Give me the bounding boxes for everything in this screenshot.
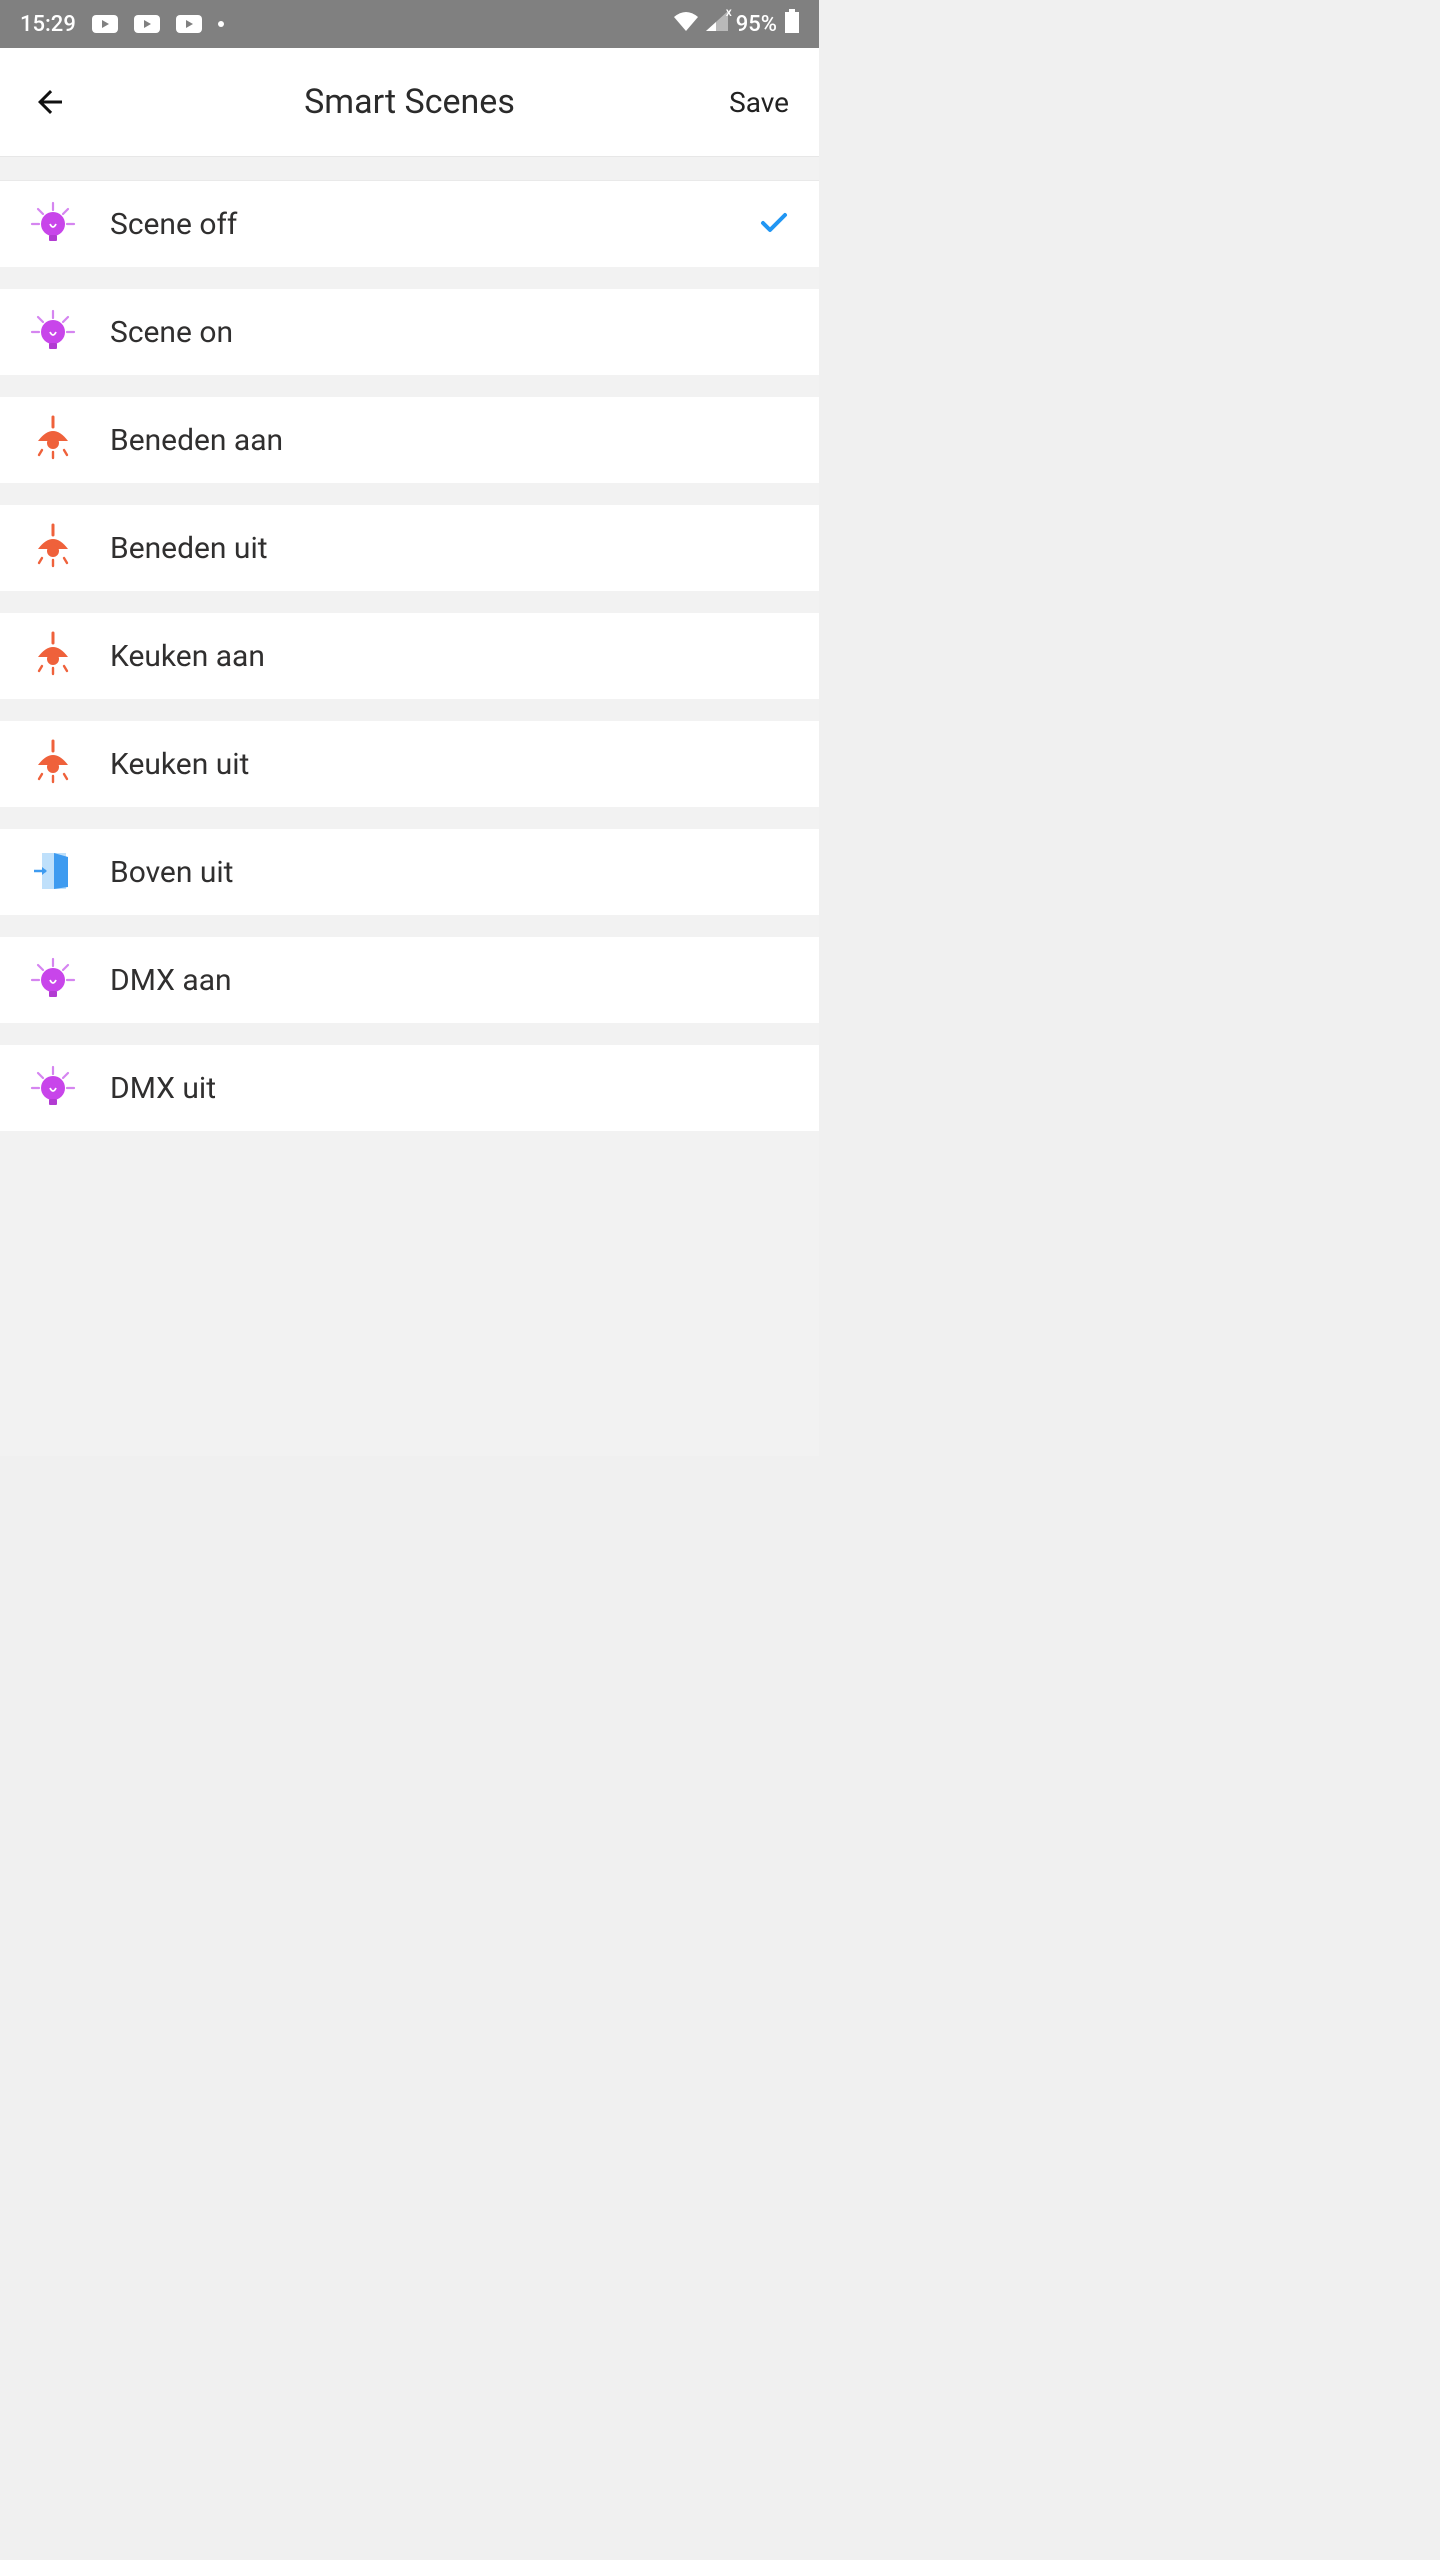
youtube-icon bbox=[134, 15, 160, 33]
battery-percent: 95% bbox=[736, 12, 777, 37]
door-blue-icon bbox=[28, 847, 78, 897]
bulb-purple-icon bbox=[28, 307, 78, 357]
lamp-orange-icon bbox=[28, 415, 78, 465]
scene-label: Boven uit bbox=[110, 855, 234, 890]
page-title: Smart Scenes bbox=[304, 82, 515, 122]
youtube-icon bbox=[176, 15, 202, 33]
arrow-left-icon bbox=[32, 84, 68, 120]
scene-label: DMX uit bbox=[110, 1071, 216, 1106]
lamp-orange-icon bbox=[28, 523, 78, 573]
back-button[interactable] bbox=[30, 82, 70, 122]
scene-list: Scene off Scene on Beneden aan Beneden uit K… bbox=[0, 181, 819, 1131]
scene-label: Beneden aan bbox=[110, 423, 283, 458]
save-button[interactable]: Save bbox=[729, 86, 789, 119]
lamp-orange-icon bbox=[28, 631, 78, 681]
scene-label: Keuken uit bbox=[110, 747, 249, 782]
scene-row[interactable]: Keuken uit bbox=[0, 721, 819, 807]
bulb-purple-icon bbox=[28, 199, 78, 249]
scene-row[interactable]: Scene off bbox=[0, 181, 819, 267]
status-time: 15:29 bbox=[20, 12, 76, 37]
scene-label: DMX aan bbox=[110, 963, 232, 998]
bulb-purple-icon bbox=[28, 1063, 78, 1113]
scene-row[interactable]: DMX aan bbox=[0, 937, 819, 1023]
scene-label: Beneden uit bbox=[110, 531, 268, 566]
cellular-icon: x bbox=[706, 11, 728, 37]
lamp-orange-icon bbox=[28, 739, 78, 789]
status-bar: 15:29 x 95% bbox=[0, 0, 819, 48]
scene-label: Keuken aan bbox=[110, 639, 265, 674]
bulb-purple-icon bbox=[28, 955, 78, 1005]
list-top-gap bbox=[0, 157, 819, 181]
header: Smart Scenes Save bbox=[0, 48, 819, 157]
empty-space bbox=[0, 1131, 819, 1456]
scene-row[interactable]: Boven uit bbox=[0, 829, 819, 915]
youtube-icon bbox=[92, 15, 118, 33]
scene-row[interactable]: Scene on bbox=[0, 289, 819, 375]
scene-row[interactable]: DMX uit bbox=[0, 1045, 819, 1131]
scene-row[interactable]: Beneden aan bbox=[0, 397, 819, 483]
more-notifications-dot bbox=[218, 21, 224, 27]
scene-row[interactable]: Keuken aan bbox=[0, 613, 819, 699]
scene-label: Scene on bbox=[110, 315, 233, 350]
scene-row[interactable]: Beneden uit bbox=[0, 505, 819, 591]
check-icon bbox=[757, 209, 791, 239]
scene-label: Scene off bbox=[110, 207, 237, 242]
battery-icon bbox=[785, 9, 799, 39]
wifi-icon bbox=[674, 11, 698, 37]
